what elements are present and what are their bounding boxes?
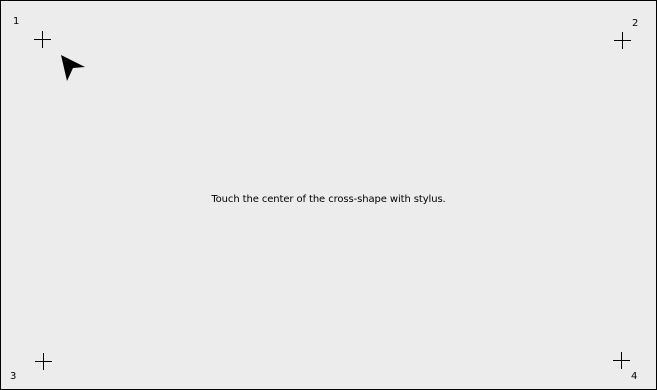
target-3-label: 3 xyxy=(10,371,17,382)
arrow-cursor-icon xyxy=(61,55,87,83)
target-4-label: 4 xyxy=(631,371,638,382)
crosshair-icon[interactable] xyxy=(35,353,52,370)
calibration-screen: 1 2 Touch the center of the cross-shape … xyxy=(0,0,657,390)
target-2-label: 2 xyxy=(632,18,639,29)
calibration-instruction: Touch the center of the cross-shape with… xyxy=(211,194,446,205)
crosshair-icon[interactable] xyxy=(34,31,51,48)
crosshair-icon[interactable] xyxy=(613,352,630,369)
crosshair-icon[interactable] xyxy=(614,32,631,49)
target-1-label: 1 xyxy=(13,16,20,27)
